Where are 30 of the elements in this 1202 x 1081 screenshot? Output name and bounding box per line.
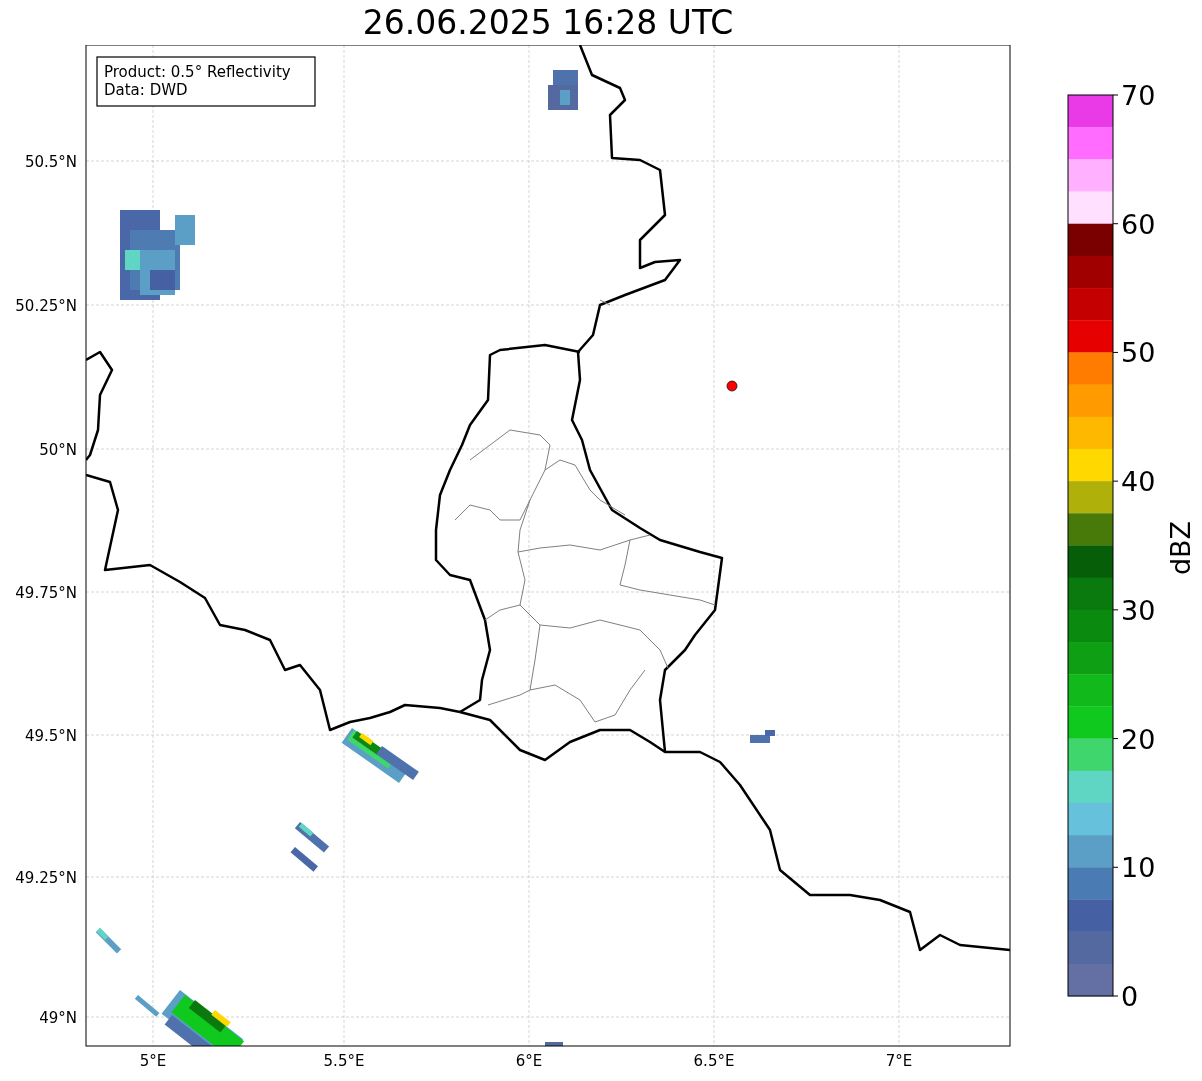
axis-label: 50.5°N bbox=[24, 153, 77, 171]
tick-label: 0 bbox=[1121, 981, 1139, 1012]
plot-title: 26.06.2025 16:28 UTC bbox=[362, 3, 734, 42]
axis-label: 6°E bbox=[515, 1052, 543, 1070]
axis-label: 49.5°N bbox=[24, 727, 77, 745]
tick-label: 20 bbox=[1121, 723, 1156, 755]
axis-label: 6.5°E bbox=[693, 1052, 735, 1070]
radar-echo bbox=[548, 70, 578, 110]
radar-echo bbox=[545, 1042, 563, 1046]
tick-label: 40 bbox=[1121, 466, 1156, 498]
location-marker bbox=[726, 380, 738, 392]
region-border bbox=[599, 299, 611, 306]
tick-label: 70 bbox=[1121, 80, 1156, 111]
axis-label: 49°N bbox=[39, 1009, 77, 1027]
axis-label: 49.75°N bbox=[15, 584, 77, 602]
tick-label: 30 bbox=[1121, 594, 1156, 626]
info-text: Product: 0.5° Reflectivity bbox=[104, 63, 291, 81]
axis-label: 5.5°E bbox=[323, 1052, 365, 1070]
tick-label: 50 bbox=[1121, 337, 1156, 369]
info-text: Data: DWD bbox=[104, 81, 188, 99]
radar-echo bbox=[290, 822, 330, 872]
axis-label: 50°N bbox=[39, 441, 77, 459]
tick-label: 10 bbox=[1121, 852, 1156, 884]
tick-label: 60 bbox=[1121, 208, 1156, 240]
colorbar-label: dBZ bbox=[1165, 520, 1196, 576]
axis-label: 50.25°N bbox=[15, 297, 77, 315]
axis-label: 49.25°N bbox=[15, 869, 77, 887]
axis-label: 7°E bbox=[885, 1052, 913, 1070]
radar-echo bbox=[750, 730, 775, 743]
axis-label: 5°E bbox=[139, 1052, 167, 1070]
